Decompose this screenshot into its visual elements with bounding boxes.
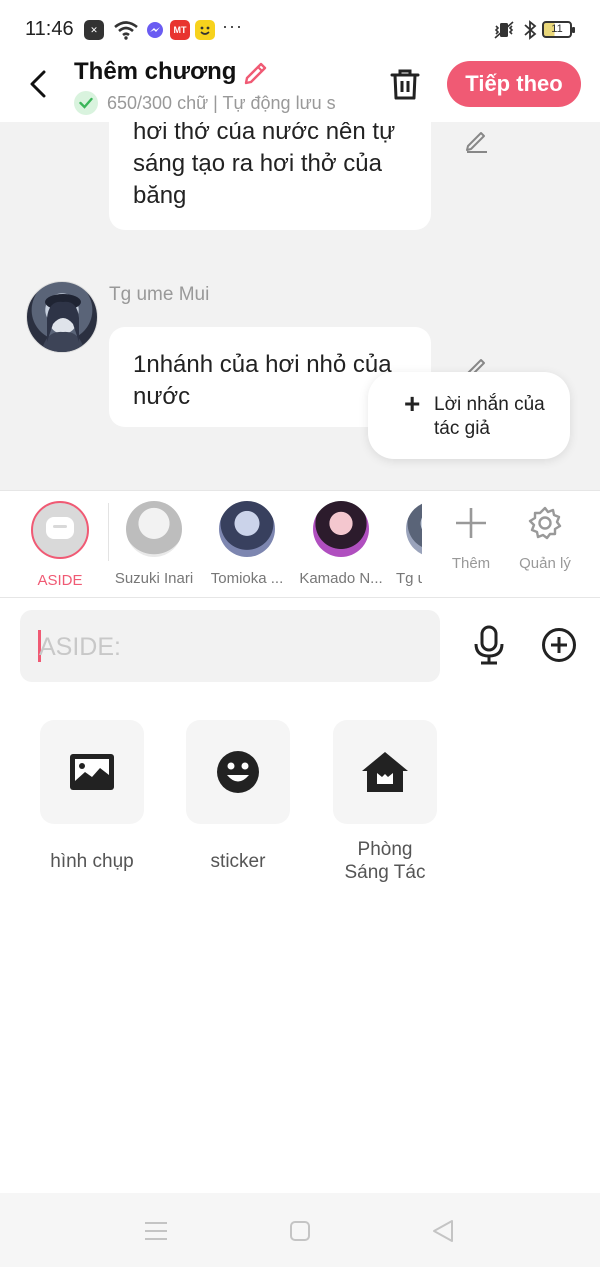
add-character-button[interactable]: Thêm <box>436 501 506 572</box>
smiley-app-icon <box>195 20 215 40</box>
sender-name: Tg ume Mui <box>109 284 210 305</box>
image-icon <box>70 754 114 790</box>
trash-icon <box>390 69 420 100</box>
edit-message-icon[interactable] <box>464 127 490 153</box>
message-bubble[interactable]: hơi thở của nước nên tự sáng tạo ra hơi … <box>109 122 431 230</box>
battery-indicator: 11 <box>542 21 575 38</box>
character-avatar <box>313 501 369 557</box>
plus-icon <box>456 508 486 538</box>
input-placeholder: ASIDE: <box>39 633 121 661</box>
character-label: Kamado N... <box>299 570 383 587</box>
nav-back-button[interactable] <box>430 1218 456 1244</box>
studio-attachment-button[interactable]: Phòng Sáng Tác <box>333 720 437 884</box>
studio-house-icon <box>362 752 408 792</box>
photo-attachment-button[interactable]: hình chụp <box>40 720 144 873</box>
messenger-icon <box>145 20 165 40</box>
manage-label: Quản lý <box>519 555 571 572</box>
plus-icon: + <box>404 388 421 419</box>
sender-avatar[interactable] <box>26 281 98 353</box>
character-avatar <box>406 501 422 557</box>
edit-title-icon[interactable] <box>242 58 270 86</box>
manage-characters-button[interactable]: Quản lý <box>510 501 580 572</box>
character-avatar <box>126 501 182 557</box>
voice-input-button[interactable] <box>468 623 510 667</box>
delete-button[interactable] <box>386 65 424 103</box>
header: Thêm chương 650/300 chữ | Tự động lưu s … <box>0 58 600 122</box>
character-label: Tg u <box>396 570 422 587</box>
status-bar: 11:46 ✕ MT ··· 11 <box>0 0 600 58</box>
nav-menu-button[interactable] <box>143 1218 169 1244</box>
chat-area[interactable]: hơi thở của nước nên tự sáng tạo ra hơi … <box>0 122 600 490</box>
menu-icon <box>145 1222 167 1240</box>
character-label: ASIDE <box>37 572 83 589</box>
vibrate-icon <box>492 20 516 40</box>
more-notifications-icon: ··· <box>222 16 243 36</box>
manga-app-icon: MT <box>170 20 190 40</box>
sticker-attachment-button[interactable]: sticker <box>186 720 290 873</box>
plus-circle-icon <box>542 628 576 662</box>
author-note-label: Lời nhắn của tác giả <box>434 394 545 439</box>
bluetooth-icon <box>522 20 538 40</box>
character-avatar <box>219 501 275 557</box>
triangle-back-icon <box>433 1220 453 1242</box>
status-time: 11:46 <box>25 18 74 40</box>
attachment-label: hình chụp <box>50 851 134 872</box>
nav-home-button[interactable] <box>287 1218 313 1244</box>
smiley-icon <box>217 751 259 793</box>
speech-bubble-icon <box>46 517 74 539</box>
next-button[interactable]: Tiếp theo <box>447 61 581 107</box>
add-label: Thêm <box>451 555 491 572</box>
microphone-icon <box>474 625 504 665</box>
character-kamado[interactable]: Kamado N... <box>295 501 387 587</box>
attachment-label: Phòng Sáng Tác <box>344 839 426 883</box>
page-title: Thêm chương <box>74 58 237 85</box>
aside-avatar <box>31 501 89 559</box>
wifi-icon <box>113 20 139 40</box>
back-button[interactable] <box>20 64 56 104</box>
more-options-button[interactable] <box>538 623 580 667</box>
character-tg[interactable]: Tg u <box>388 501 422 587</box>
attachment-label: sticker <box>210 851 266 872</box>
message-input[interactable]: ASIDE: <box>20 610 440 682</box>
notification-x-icon: ✕ <box>84 20 104 40</box>
saved-check-icon <box>74 91 98 115</box>
character-label: Suzuki Inari <box>114 570 194 587</box>
character-tomioka[interactable]: Tomioka ... <box>201 501 293 587</box>
author-note-button[interactable]: + Lời nhắn của tác giả <box>368 372 570 459</box>
system-nav-bar <box>0 1193 600 1267</box>
character-aside[interactable]: ASIDE <box>14 501 106 589</box>
character-label: Tomioka ... <box>210 570 284 587</box>
word-count-status: 650/300 chữ | Tự động lưu s <box>107 92 336 113</box>
gear-icon <box>528 506 562 540</box>
chevron-left-icon <box>30 70 46 98</box>
square-icon <box>290 1221 310 1241</box>
character-suzuki[interactable]: Suzuki Inari <box>108 501 200 587</box>
character-bar: ASIDE Suzuki Inari Tomioka ... Kamado N.… <box>0 490 600 598</box>
